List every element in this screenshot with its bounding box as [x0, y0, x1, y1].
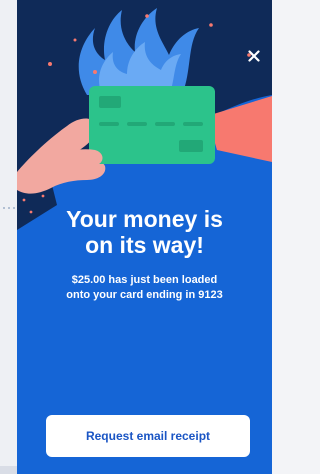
- success-modal: Your money is on its way! $25.00 has jus…: [17, 0, 272, 474]
- background-dotted-line: [3, 207, 15, 209]
- close-icon: [248, 50, 260, 62]
- request-email-receipt-button[interactable]: Request email receipt: [46, 415, 250, 457]
- close-button[interactable]: [242, 44, 266, 68]
- background-page: [0, 0, 17, 474]
- message-line-2: onto your card ending in 9123: [66, 289, 223, 301]
- load-confirmation-message: $25.00 has just been loaded onto your ca…: [17, 273, 272, 303]
- message-line-1: $25.00 has just been loaded: [71, 274, 218, 286]
- headline-line-2: on its way!: [85, 232, 204, 258]
- headline-line-1: Your money is: [66, 206, 223, 232]
- success-headline: Your money is on its way!: [17, 206, 272, 258]
